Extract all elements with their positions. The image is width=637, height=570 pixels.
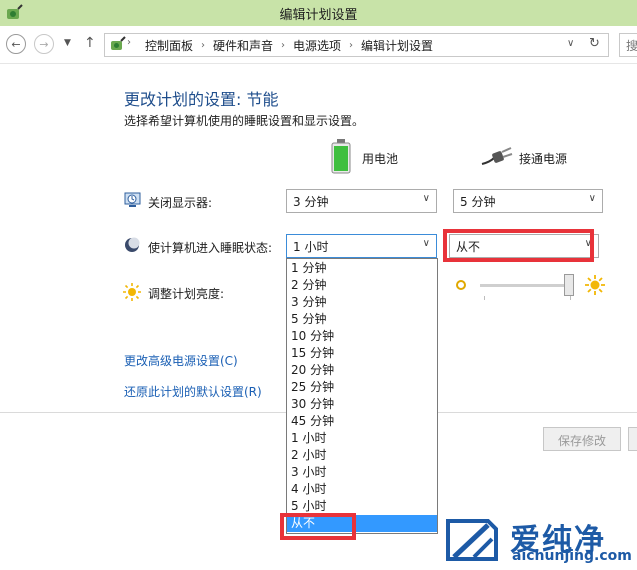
battery-column-header: 用电池 [362, 152, 399, 166]
dropdown-option[interactable]: 1 分钟 [287, 260, 437, 277]
breadcrumb-item[interactable]: 电源选项 [293, 37, 341, 54]
up-arrow-icon[interactable]: ↑ [84, 35, 96, 51]
cancel-button[interactable] [628, 427, 637, 451]
brightness-slider-thumb[interactable] [564, 274, 574, 296]
sleep-battery-dropdown-list[interactable]: 1 分钟 2 分钟 3 分钟 5 分钟 10 分钟 15 分钟 20 分钟 25 分钟 30 分… [286, 258, 438, 534]
save-changes-button[interactable]: 保存修改 [543, 427, 621, 451]
breadcrumb-separator-icon: › [127, 37, 131, 48]
dropdown-option[interactable]: 5 分钟 [287, 311, 437, 328]
breadcrumb-item[interactable]: 硬件和声音 [213, 37, 273, 54]
address-dropdown-chevron-icon[interactable]: ∨ [567, 38, 574, 49]
watermark-url: aichunjing.com [512, 548, 632, 564]
restore-defaults-link[interactable]: 还原此计划的默认设置(R) [124, 383, 262, 400]
address-bar[interactable]: › 控制面板 › 硬件和声音 › 电源选项 › 编辑计划设置 ∨ ↻ [104, 33, 609, 57]
navigation-bar: ← → ▼ ↑ › 控制面板 › 硬件和声音 › 电源选项 › 编辑计划设置 ∨… [0, 26, 637, 64]
dropdown-option[interactable]: 2 小时 [287, 447, 437, 464]
dropdown-option[interactable]: 3 分钟 [287, 294, 437, 311]
highlight-box [443, 229, 594, 262]
dim-sun-icon [456, 280, 466, 290]
breadcrumb-item[interactable]: 控制面板 [145, 37, 193, 54]
dropdown-option[interactable]: 1 小时 [287, 430, 437, 447]
dropdown-option[interactable]: 45 分钟 [287, 413, 437, 430]
display-battery-select[interactable]: 3 分钟 ∨ [286, 189, 437, 213]
forward-arrow-icon[interactable]: → [34, 34, 54, 54]
sleep-label: 使计算机进入睡眠状态: [148, 241, 273, 255]
battery-icon [331, 139, 351, 174]
brightness-slider-track[interactable] [480, 284, 570, 287]
sleep-battery-select[interactable]: 1 小时 ∨ [286, 234, 437, 258]
slider-tick [570, 296, 571, 300]
chevron-down-icon: ∨ [422, 193, 430, 204]
recent-locations-chevron-icon[interactable]: ▼ [64, 38, 71, 48]
brightness-sun-icon [123, 283, 141, 301]
dropdown-option[interactable]: 2 分钟 [287, 277, 437, 294]
power-plug-icon [481, 147, 513, 165]
display-plugged-select[interactable]: 5 分钟 ∨ [453, 189, 603, 213]
window-title: 编辑计划设置 [279, 8, 358, 23]
dropdown-option[interactable]: 10 分钟 [287, 328, 437, 345]
moon-sleep-icon [125, 237, 140, 252]
watermark-logo [446, 519, 498, 561]
monitor-clock-icon [124, 192, 141, 207]
control-panel-icon [111, 36, 126, 50]
display-plugged-value: 5 分钟 [460, 195, 496, 209]
search-input[interactable]: 搜 [619, 33, 637, 57]
breadcrumb-separator-icon: › [281, 40, 286, 51]
bright-sun-icon [585, 275, 605, 295]
chevron-down-icon: ∨ [422, 238, 430, 249]
highlight-box [280, 513, 356, 540]
page-description: 选择希望计算机使用的睡眠设置和显示设置。 [124, 114, 365, 128]
slider-tick [484, 296, 485, 300]
chevron-down-icon: ∨ [588, 193, 596, 204]
breadcrumb-item[interactable]: 编辑计划设置 [361, 37, 433, 54]
breadcrumb: 控制面板 › 硬件和声音 › 电源选项 › 编辑计划设置 [145, 37, 433, 54]
dropdown-option[interactable]: 15 分钟 [287, 345, 437, 362]
refresh-icon[interactable]: ↻ [589, 36, 600, 51]
page-title: 更改计划的设置: 节能 [124, 90, 279, 109]
back-arrow-icon[interactable]: ← [6, 34, 26, 54]
breadcrumb-separator-icon: › [349, 40, 354, 51]
sleep-battery-value: 1 小时 [293, 240, 329, 254]
turn-off-display-label: 关闭显示器: [148, 196, 213, 210]
breadcrumb-separator-icon: › [201, 40, 206, 51]
dropdown-option[interactable]: 30 分钟 [287, 396, 437, 413]
dropdown-option[interactable]: 20 分钟 [287, 362, 437, 379]
title-bar: 编辑计划设置 [0, 0, 637, 26]
dropdown-option[interactable]: 25 分钟 [287, 379, 437, 396]
dropdown-option[interactable]: 4 小时 [287, 481, 437, 498]
brightness-label: 调整计划亮度: [148, 287, 225, 301]
plugged-in-column-header: 接通电源 [519, 152, 568, 166]
dropdown-option[interactable]: 3 小时 [287, 464, 437, 481]
display-battery-value: 3 分钟 [293, 195, 329, 209]
advanced-power-settings-link[interactable]: 更改高级电源设置(C) [124, 352, 238, 369]
